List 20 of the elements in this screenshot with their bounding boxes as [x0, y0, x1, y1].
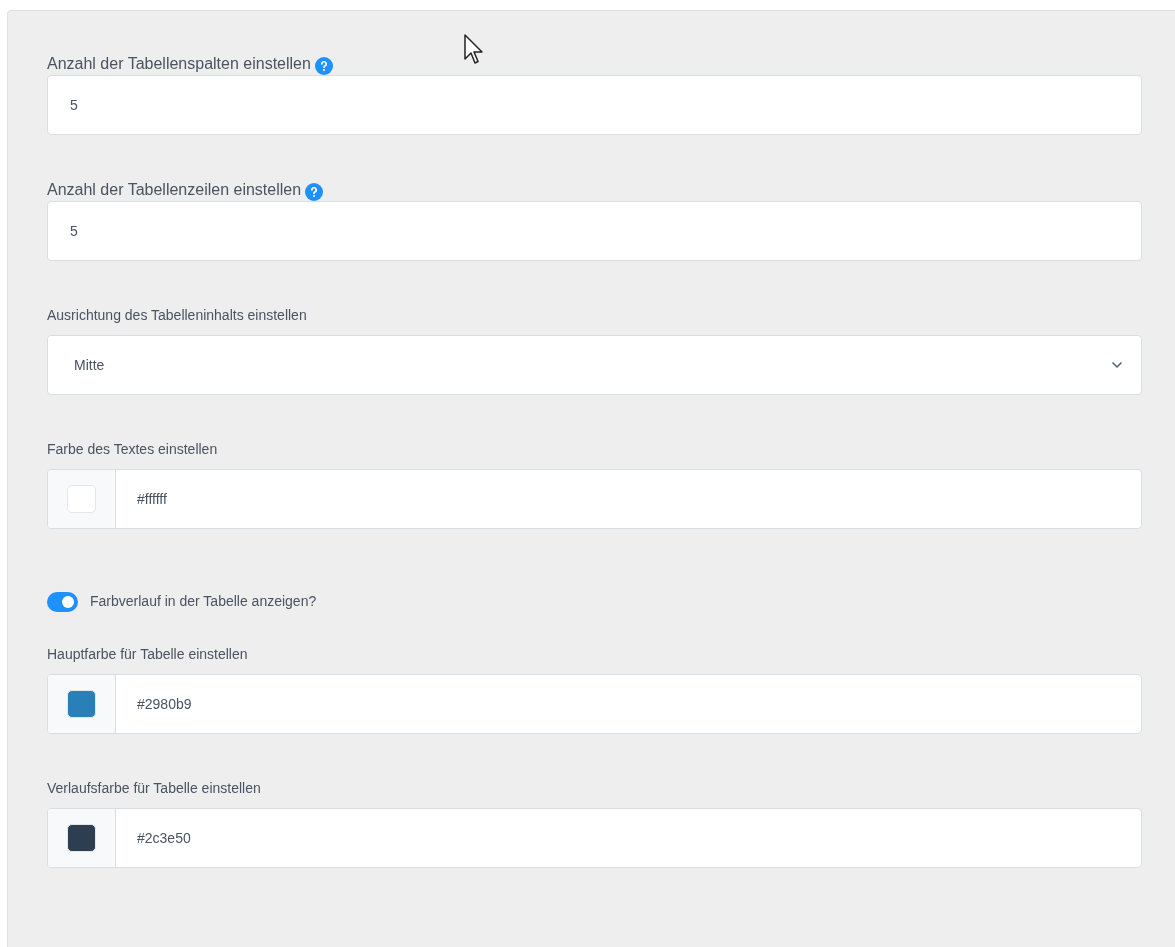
toggle-label: Farbverlauf in der Tabelle anzeigen? [90, 592, 317, 611]
field-label: Farbe des Textes einstellen [47, 440, 218, 459]
color-input[interactable]: #2c3e50 [47, 808, 1142, 868]
number-input[interactable]: 5 [47, 75, 1142, 135]
help-icon[interactable] [305, 183, 324, 201]
field-label: Hauptfarbe für Tabelle einstellen [47, 645, 248, 664]
field-label: Anzahl der Tabellenzeilen einstellen [47, 180, 302, 200]
help-icon[interactable] [314, 57, 333, 75]
toggle-switch[interactable] [47, 591, 78, 612]
color-swatch[interactable] [67, 824, 96, 852]
color-swatch[interactable] [67, 690, 96, 718]
field-label: Anzahl der Tabellenspalten einstellen [47, 54, 311, 74]
mouse-cursor-icon [463, 33, 483, 65]
color-input[interactable]: #ffffff [47, 469, 1142, 529]
number-input[interactable]: 5 [47, 201, 1142, 261]
color-input[interactable]: #2980b9 [47, 674, 1142, 734]
field-label: Ausrichtung des Tabelleninhalts einstellen [47, 306, 307, 325]
select-dropdown[interactable]: Mitte [47, 335, 1142, 395]
color-swatch[interactable] [67, 485, 96, 513]
field-label: Verlaufsfarbe für Tabelle einstellen [47, 779, 261, 798]
